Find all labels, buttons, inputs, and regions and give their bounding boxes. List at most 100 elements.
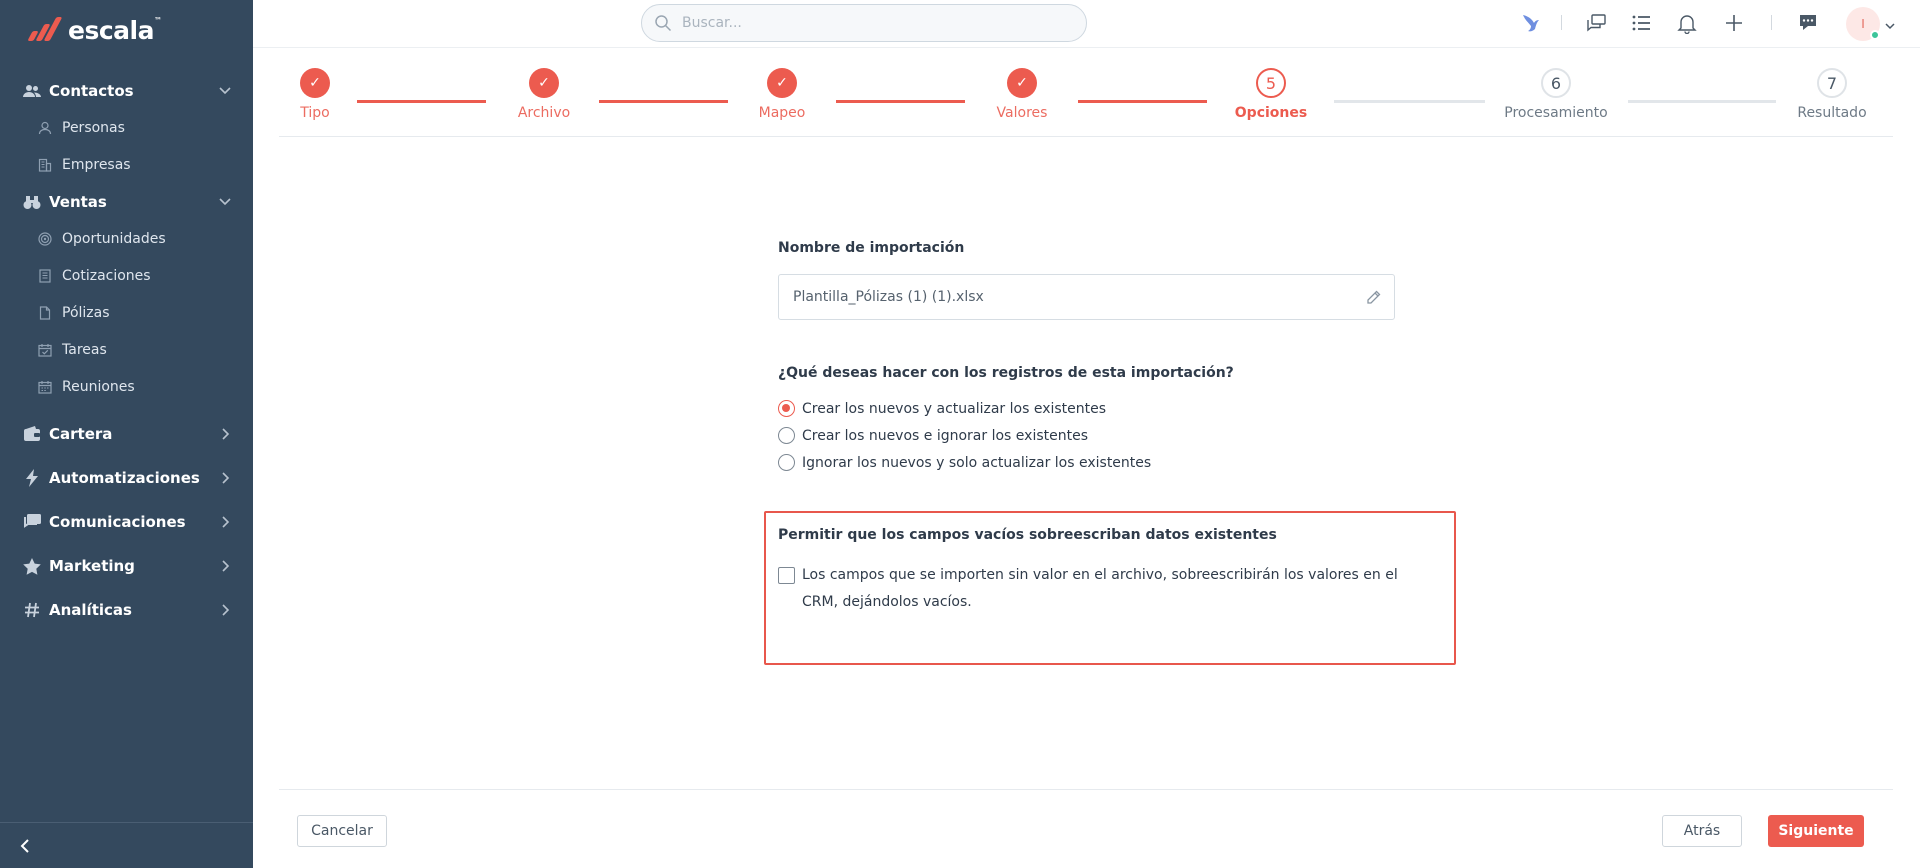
online-status-dot (1870, 30, 1880, 40)
sidebar-group-label: Automatizaciones (49, 469, 200, 487)
step-valores[interactable]: ✓ Valores (989, 68, 1055, 121)
step-label: Opciones (1234, 105, 1308, 121)
sidebar-item-label: Personas (62, 119, 125, 136)
topbar-separator (1771, 15, 1772, 30)
chevron-right-icon (217, 602, 233, 618)
file-icon (37, 305, 53, 321)
chevron-right-icon (217, 426, 233, 442)
hash-icon (22, 600, 42, 620)
sidebar-group-label: Comunicaciones (49, 513, 186, 531)
option-create-update[interactable]: Crear los nuevos y actualizar los existe… (778, 395, 1398, 422)
step-procesamiento[interactable]: 6 Procesamiento (1496, 68, 1616, 121)
sidebar-group-ventas[interactable]: Ventas (0, 183, 253, 220)
list-icon[interactable] (1629, 11, 1653, 35)
radio-label: Crear los nuevos y actualizar los existe… (802, 400, 1107, 417)
option-create-ignore[interactable]: Crear los nuevos e ignorar los existente… (778, 422, 1398, 449)
bird-icon[interactable] (1519, 11, 1543, 35)
sidebar-group-label: Analíticas (49, 601, 132, 619)
wallet-icon (22, 424, 42, 444)
step-tipo[interactable]: ✓ Tipo (290, 68, 340, 121)
step-opciones[interactable]: 5 Opciones (1231, 68, 1311, 121)
check-icon: ✓ (529, 68, 559, 98)
plus-icon[interactable] (1722, 11, 1746, 35)
chevron-down-icon (217, 193, 233, 209)
sidebar-item-label: Pólizas (62, 304, 110, 321)
step-label: Procesamiento (1504, 105, 1608, 121)
import-name-field (778, 274, 1395, 320)
sidebar-item-empresas[interactable]: Empresas (0, 146, 253, 183)
empty-fields-option[interactable]: Los campos que se importen sin valor en … (778, 562, 1398, 616)
sidebar-item-reuniones[interactable]: Reuniones (0, 368, 253, 405)
sidebar-item-tareas[interactable]: Tareas (0, 331, 253, 368)
collapse-sidebar-icon[interactable] (16, 837, 34, 855)
sidebar-item-label: Cotizaciones (62, 267, 151, 284)
sidebar-group-marketing[interactable]: Marketing (0, 544, 253, 588)
logo-text: escala (68, 15, 154, 45)
logo-mark-icon (26, 17, 64, 43)
people-icon (22, 81, 42, 101)
sidebar-group-contactos[interactable]: Contactos (0, 72, 253, 109)
option-ignore-update[interactable]: Ignorar los nuevos y solo actualizar los… (778, 449, 1398, 476)
bell-icon[interactable] (1675, 11, 1699, 35)
step-number: 7 (1817, 68, 1847, 98)
sidebar: escala™ Contactos Personas Empresas Vent… (0, 0, 253, 868)
radio-button[interactable] (778, 454, 795, 471)
import-stepper: ✓ Tipo ✓ Archivo ✓ Mapeo ✓ Valores 5 Opc… (279, 48, 1893, 137)
chat-bubbles-icon[interactable] (1584, 11, 1608, 35)
pencil-icon[interactable] (1365, 289, 1382, 306)
topbar-separator (1561, 15, 1562, 30)
cancel-button[interactable]: Cancelar (297, 815, 387, 847)
avatar[interactable]: I (1846, 7, 1880, 41)
sidebar-item-cotizaciones[interactable]: Cotizaciones (0, 257, 253, 294)
building-icon (37, 157, 53, 173)
search-box[interactable] (641, 4, 1087, 42)
chevron-down-icon (217, 82, 233, 98)
step-label: Archivo (517, 105, 571, 121)
check-icon: ✓ (767, 68, 797, 98)
step-resultado[interactable]: 7 Resultado (1787, 68, 1877, 121)
step-mapeo[interactable]: ✓ Mapeo (752, 68, 812, 121)
binoculars-icon (22, 192, 42, 212)
checkbox[interactable] (778, 567, 795, 584)
step-label: Mapeo (758, 105, 806, 121)
sidebar-item-label: Reuniones (62, 378, 135, 395)
chevron-right-icon (217, 470, 233, 486)
sidebar-item-personas[interactable]: Personas (0, 109, 253, 146)
step-connector (1628, 100, 1776, 103)
chat-icon (22, 512, 42, 532)
step-connector (599, 100, 728, 103)
radio-button[interactable] (778, 427, 795, 444)
radio-button[interactable] (778, 400, 795, 417)
calendar-check-icon (37, 342, 53, 358)
step-label: Valores (996, 105, 1048, 121)
import-options-form: Nombre de importación ¿Qué deseas hacer … (778, 240, 1398, 476)
sidebar-group-label: Contactos (49, 81, 134, 100)
step-number: 6 (1541, 68, 1571, 98)
step-archivo[interactable]: ✓ Archivo (511, 68, 577, 121)
avatar-initial: I (1861, 17, 1865, 31)
search-input[interactable] (682, 15, 1062, 31)
logo-trademark: ™ (153, 15, 162, 25)
sidebar-group-automatizaciones[interactable]: Automatizaciones (0, 456, 253, 500)
sidebar-item-label: Tareas (62, 341, 107, 358)
sidebar-group-analiticas[interactable]: Analíticas (0, 588, 253, 632)
empty-fields-title: Permitir que los campos vacíos sobreescr… (778, 527, 1277, 543)
support-chat-icon[interactable] (1796, 11, 1820, 35)
wizard-footer: Cancelar Atrás Siguiente (279, 789, 1893, 868)
chevron-right-icon (217, 558, 233, 574)
sidebar-item-polizas[interactable]: Pólizas (0, 294, 253, 331)
back-button[interactable]: Atrás (1662, 815, 1742, 847)
step-connector (357, 100, 486, 103)
chevron-down-icon[interactable] (1884, 17, 1896, 30)
checkbox-label: Los campos que se importen sin valor en … (802, 567, 1398, 610)
star-icon (22, 556, 42, 576)
next-button[interactable]: Siguiente (1768, 815, 1864, 847)
sidebar-group-comunicaciones[interactable]: Comunicaciones (0, 500, 253, 544)
sidebar-nav: Contactos Personas Empresas Ventas Oport… (0, 72, 253, 632)
sidebar-item-oportunidades[interactable]: Oportunidades (0, 220, 253, 257)
step-connector (836, 100, 965, 103)
import-name-label: Nombre de importación (778, 240, 965, 256)
sidebar-group-cartera[interactable]: Cartera (0, 412, 253, 456)
import-name-input[interactable] (779, 275, 1394, 319)
logo[interactable]: escala™ (26, 14, 162, 46)
